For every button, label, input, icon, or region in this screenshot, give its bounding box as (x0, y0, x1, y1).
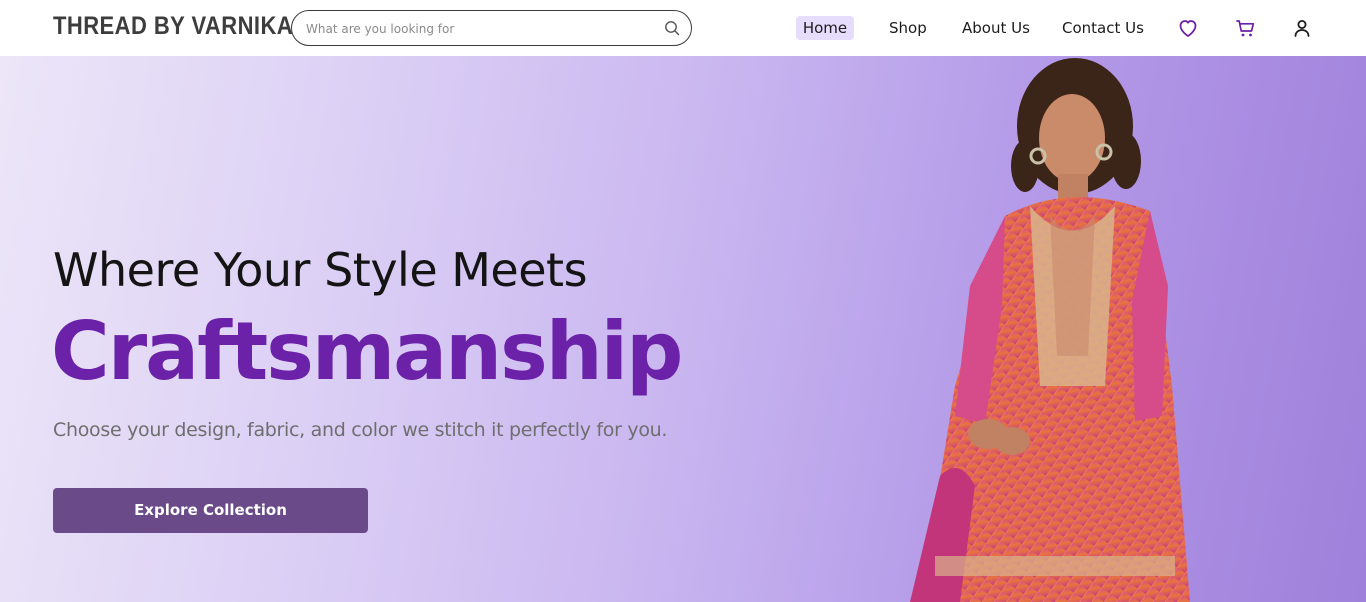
hero-tagline: Choose your design, fabric, and color we… (53, 419, 668, 441)
nav-about-us[interactable]: About Us (962, 16, 1030, 40)
brand-logo[interactable]: THREAD BY VARNIKA (53, 12, 293, 41)
search-input[interactable] (306, 19, 646, 39)
nav-shop[interactable]: Shop (889, 16, 927, 40)
search-bar[interactable] (291, 10, 692, 46)
model-image (910, 58, 1190, 602)
explore-collection-button[interactable]: Explore Collection (53, 488, 368, 533)
user-icon[interactable] (1290, 16, 1314, 40)
site-header: THREAD BY VARNIKA Home Shop About Us Con… (0, 0, 1366, 56)
hero-highlight: Craftsmanship (51, 305, 683, 398)
cart-icon[interactable] (1234, 16, 1258, 40)
hero-headline: Where Your Style Meets (53, 243, 588, 297)
nav-contact-us[interactable]: Contact Us (1062, 16, 1144, 40)
hero-banner: Where Your Style Meets Craftsmanship Cho… (0, 56, 1366, 602)
search-icon[interactable] (664, 20, 680, 36)
nav-home[interactable]: Home (796, 16, 854, 40)
heart-icon[interactable] (1176, 16, 1200, 40)
